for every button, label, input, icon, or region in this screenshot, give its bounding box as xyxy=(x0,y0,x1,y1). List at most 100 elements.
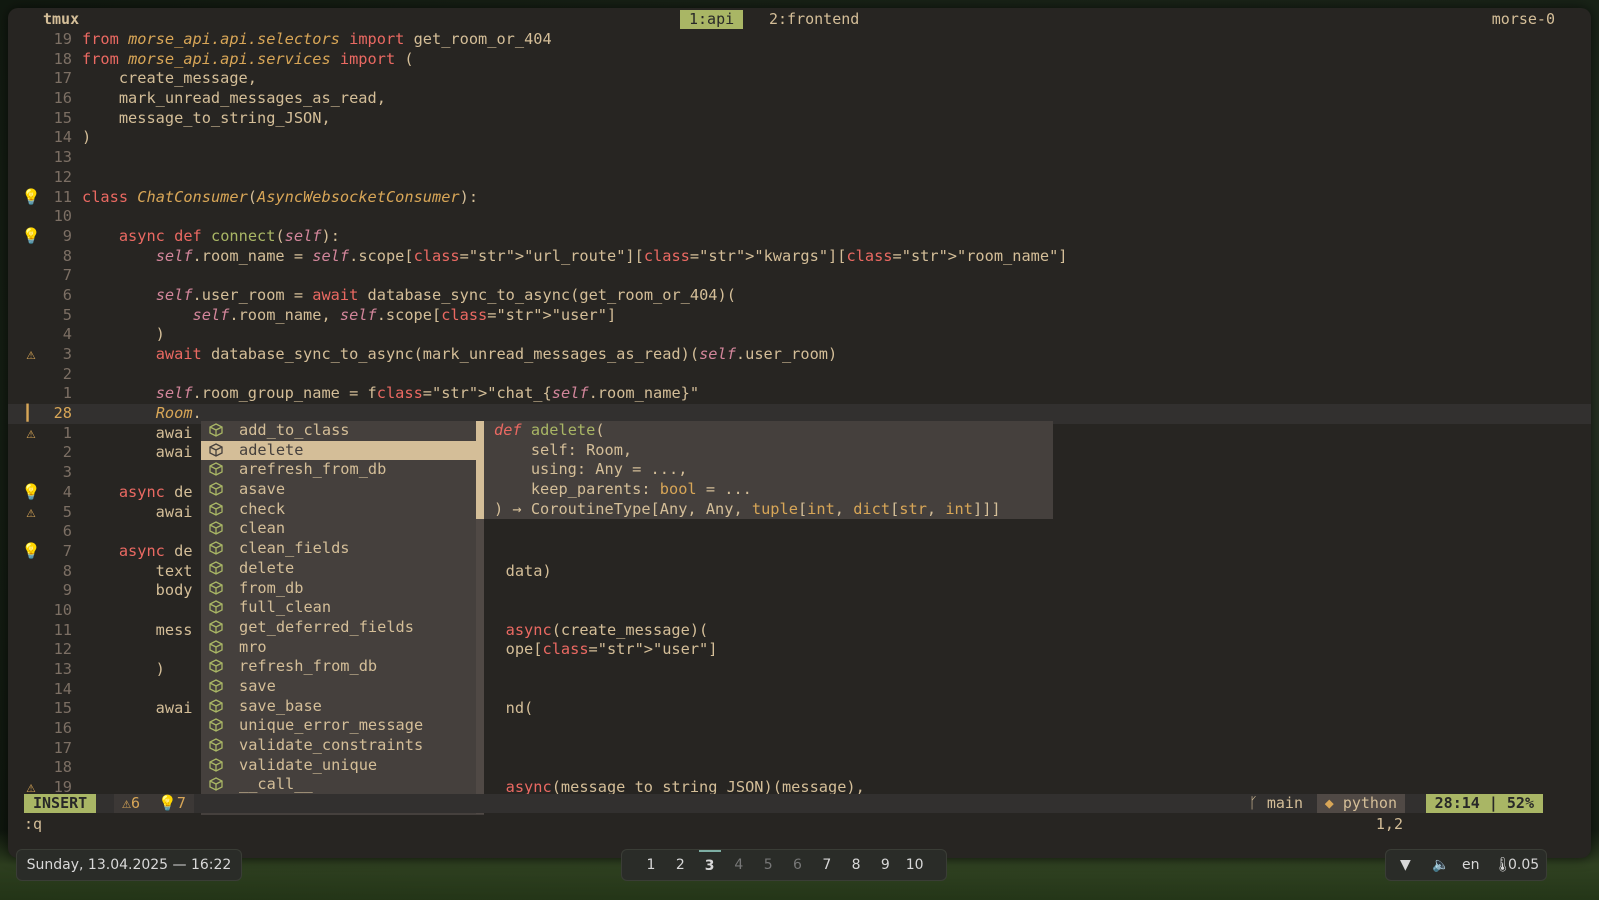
code-line[interactable]: 15 message_to_string_JSON, xyxy=(8,109,1591,129)
code-line[interactable]: ⚠ 3 await database_sync_to_async(mark_unr… xyxy=(8,345,1591,365)
completion-item[interactable]: add_to_class xyxy=(201,421,484,441)
code-line[interactable]: 💡 11 class ChatConsumer(AsyncWebsocketCons… xyxy=(8,188,1591,208)
cube-icon xyxy=(209,718,223,733)
line-number: 5 xyxy=(62,305,72,324)
workspace-switcher[interactable]: 1 2 3 4 5 6 7 8 9 10 xyxy=(621,849,947,881)
completion-item[interactable]: __call__ xyxy=(201,775,484,795)
completion-item[interactable]: clean xyxy=(201,519,484,539)
workspace-2[interactable]: 2 xyxy=(669,850,691,880)
wifi-icon[interactable]: ▼ xyxy=(1400,850,1411,880)
completion-label: mro xyxy=(239,637,267,656)
code-action-icon[interactable]: 💡 xyxy=(20,188,42,208)
completion-item[interactable]: check xyxy=(201,500,484,520)
line-code: awai xyxy=(82,443,193,462)
code-line[interactable]: 6 self.user_room = await database_sync_t… xyxy=(8,286,1591,306)
code-line[interactable]: 12 xyxy=(8,168,1591,188)
code-action-icon[interactable]: 💡 xyxy=(20,227,42,247)
completion-item[interactable]: delete xyxy=(201,559,484,579)
line-code: Room. xyxy=(155,404,202,423)
completion-item[interactable]: refresh_from_db xyxy=(201,657,484,677)
completion-item[interactable]: mro xyxy=(201,638,484,658)
code-line[interactable]: 14) xyxy=(8,128,1591,148)
cube-icon xyxy=(209,521,223,536)
completion-item[interactable]: get_deferred_fields xyxy=(201,618,484,638)
line-number: 28 xyxy=(53,404,72,423)
completion-menu[interactable]: add_to_class adelete arefresh_from_db asave… xyxy=(201,421,484,815)
cube-icon xyxy=(209,620,223,634)
code-line[interactable]: 8 self.room_name = self.scope[class="str… xyxy=(8,247,1591,267)
line-code: mark_unread_messages_as_read, xyxy=(82,89,386,108)
completion-item[interactable]: full_clean xyxy=(201,598,484,618)
completion-item[interactable]: save xyxy=(201,677,484,697)
code-line[interactable]: 2 xyxy=(8,365,1591,385)
completion-item[interactable]: adelete xyxy=(201,440,484,461)
code-line[interactable]: 7 xyxy=(8,266,1591,286)
code-line[interactable]: 4 ) xyxy=(8,325,1591,345)
diagnostics-summary[interactable]: ⚠6 💡7 xyxy=(114,794,194,813)
code-line[interactable]: 16 mark_unread_messages_as_read, xyxy=(8,89,1591,109)
statusline: INSERT ⚠6 💡7 ᚴ main ◆ python 28:14 | 52% xyxy=(24,794,1543,813)
tmux-window-api[interactable]: 1:api xyxy=(680,10,744,29)
git-change-marker[interactable]: ▎ xyxy=(20,404,42,424)
completion-item[interactable]: arefresh_from_db xyxy=(201,460,484,480)
clock-widget[interactable]: Sunday, 13.04.2025 — 16:22 xyxy=(16,849,242,881)
completion-item[interactable]: validate_unique xyxy=(201,756,484,776)
line-number: 6 xyxy=(62,285,72,304)
code-line[interactable]: 5 self.room_name, self.scope[class="str"… xyxy=(8,306,1591,326)
line-code: self.room_name, self.scope[class="str">"… xyxy=(192,305,617,324)
command-text: :q xyxy=(24,815,43,833)
completion-scrollbar-track[interactable] xyxy=(476,519,484,814)
warning-icon[interactable]: ⚠ xyxy=(20,503,42,523)
completion-item[interactable]: validate_constraints xyxy=(201,736,484,756)
workspace-9[interactable]: 9 xyxy=(874,850,896,880)
workspace-3[interactable]: 3 xyxy=(698,850,721,880)
code-line[interactable]: 19 from morse_api.api.selectors import ge… xyxy=(8,30,1591,50)
code-line[interactable]: 17 create_message, xyxy=(8,69,1591,89)
warning-icon[interactable]: ⚠ xyxy=(20,424,42,444)
command-line[interactable]: :q 1,2 xyxy=(24,814,1543,834)
completion-item[interactable]: unique_error_message xyxy=(201,716,484,736)
code-action-icon[interactable]: 💡 xyxy=(20,483,42,503)
line-number: 12 xyxy=(53,640,72,659)
line-number: 11 xyxy=(53,620,72,639)
code-line[interactable]: 💡 9 async def connect(self): xyxy=(8,227,1591,247)
completion-item[interactable]: save_base xyxy=(201,697,484,717)
workspace-6[interactable]: 6 xyxy=(787,850,809,880)
doc-line: def adelete( xyxy=(494,421,605,439)
code-action-icon[interactable]: 💡 xyxy=(20,542,42,562)
workspace-7[interactable]: 7 xyxy=(816,850,838,880)
cube-icon xyxy=(209,442,223,457)
volume-icon[interactable]: 🔈 xyxy=(1432,850,1449,880)
cube-icon xyxy=(209,738,223,752)
workspace-8[interactable]: 8 xyxy=(845,850,867,880)
completion-item[interactable]: asave xyxy=(201,480,484,500)
keyboard-layout[interactable]: en xyxy=(1462,850,1480,880)
code-line[interactable]: 18 from morse_api.api.services import ( xyxy=(8,50,1591,70)
code-line[interactable]: 13 xyxy=(8,148,1591,168)
workspace-1[interactable]: 1 xyxy=(640,850,662,880)
completion-label: clean_fields xyxy=(239,539,350,558)
completion-item[interactable]: clean_fields xyxy=(201,539,484,559)
doc-line: keep_parents: bool = ... xyxy=(494,480,752,499)
cube-icon xyxy=(209,502,223,516)
completion-label: delete xyxy=(239,558,295,577)
line-number: 18 xyxy=(53,49,72,68)
completion-label: get_deferred_fields xyxy=(239,617,414,636)
warning-icon[interactable]: ⚠ xyxy=(20,345,42,365)
completion-label: adelete xyxy=(239,440,304,459)
workspace-4[interactable]: 4 xyxy=(728,850,750,880)
completion-label: validate_unique xyxy=(239,755,378,774)
workspace-5[interactable]: 5 xyxy=(757,850,779,880)
completion-scrollbar-thumb[interactable] xyxy=(476,421,484,519)
completion-label: refresh_from_db xyxy=(239,657,378,676)
line-number: 16 xyxy=(53,719,72,738)
code-line[interactable]: 1 self.room_group_name = fclass="str">"c… xyxy=(8,384,1591,404)
code-line[interactable]: 10 xyxy=(8,207,1591,227)
workspace-10[interactable]: 10 xyxy=(904,850,926,880)
completion-item[interactable]: from_db xyxy=(201,579,484,599)
completion-label: check xyxy=(239,499,286,518)
tmux-window-frontend[interactable]: 2:frontend xyxy=(760,10,868,29)
cube-icon xyxy=(209,777,223,792)
terminal-window[interactable]: tmux 1:api 2:frontend morse-0 19 from mor… xyxy=(8,8,1591,858)
line-code: async def connect(self): xyxy=(118,226,340,245)
